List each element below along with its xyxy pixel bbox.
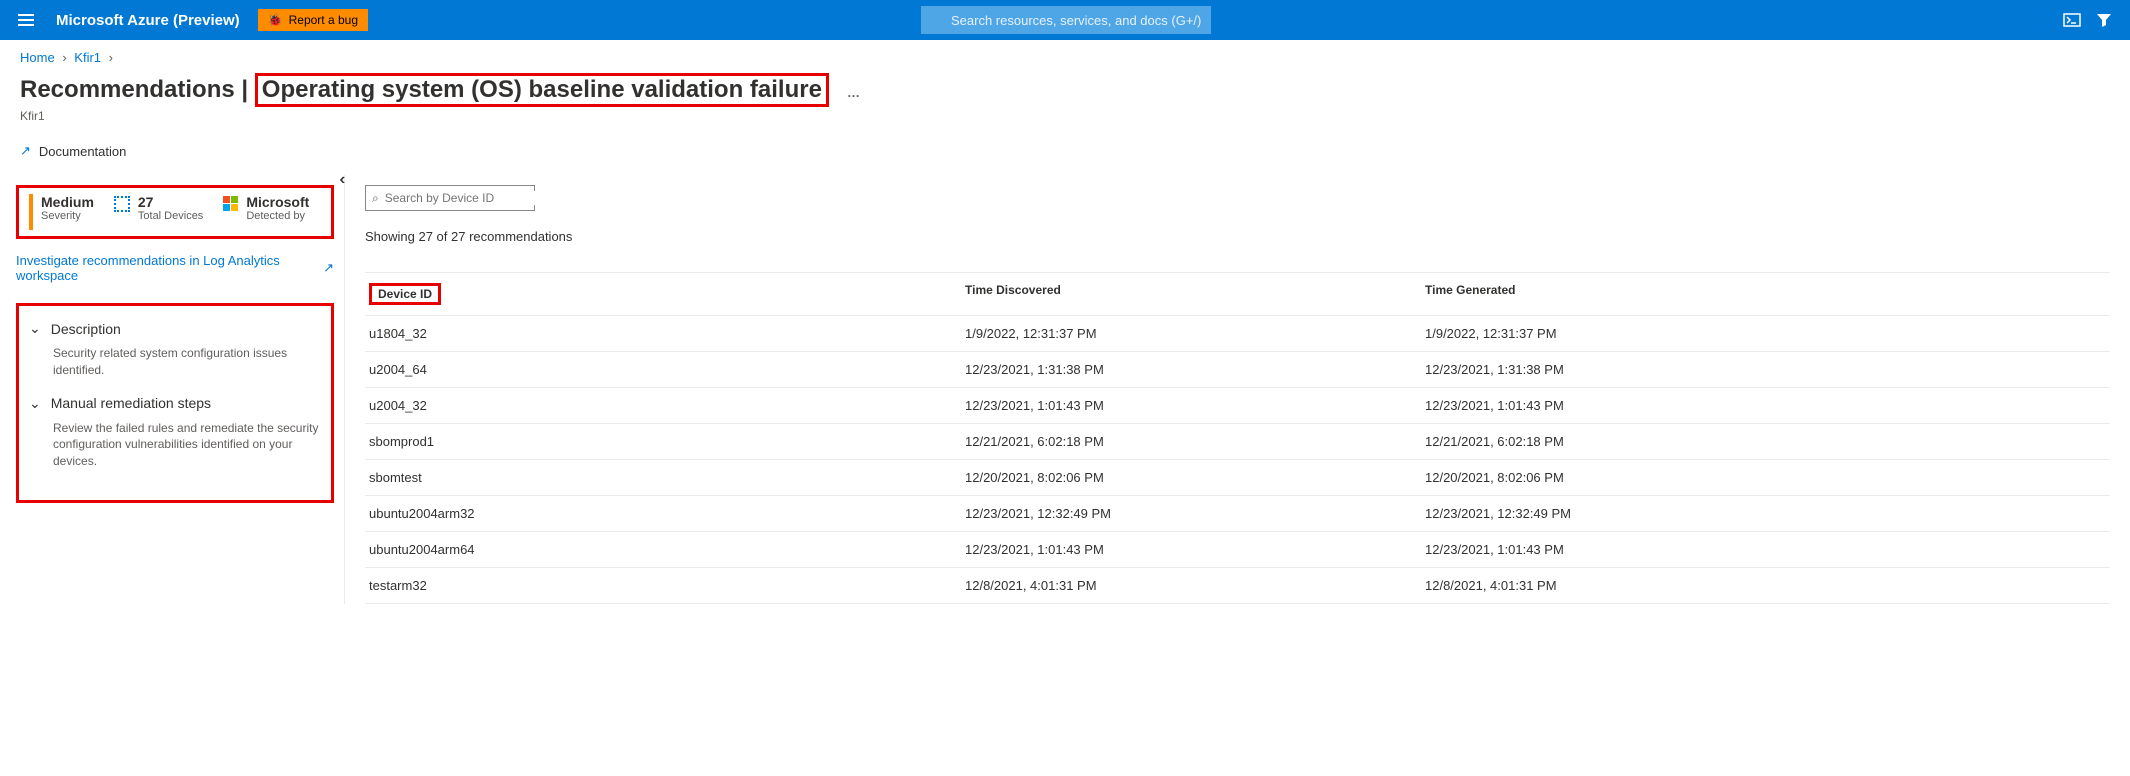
hamburger-icon [18,12,34,28]
cell-time-discovered: 12/8/2021, 4:01:31 PM [965,578,1425,593]
left-pane: ‹‹ Medium Severity 27 Total Devices [6,175,344,604]
description-box: ⌄ Description Security related system co… [16,303,334,503]
cell-device-id: u2004_64 [365,362,965,377]
detected-label: Detected by [246,210,309,222]
device-search[interactable]: ⌕ [365,185,535,211]
cell-device-id: ubuntu2004arm32 [365,506,965,521]
page-subtitle: Kfir1 [0,107,2130,133]
cell-time-generated: 12/23/2021, 1:01:43 PM [1425,542,2110,557]
cell-time-discovered: 1/9/2022, 12:31:37 PM [965,326,1425,341]
table-header: Device ID Time Discovered Time Generated [365,272,2110,316]
cell-device-id: u1804_32 [365,326,965,341]
documentation-link[interactable]: ↗ Documentation [0,133,2130,175]
filter-icon[interactable] [2094,10,2114,30]
doc-link-label: Documentation [39,144,126,159]
chevron-down-icon: ⌄ [29,395,41,412]
top-right-icons [2054,10,2122,30]
chevron-right-icon: › [109,50,113,65]
cell-time-discovered: 12/23/2021, 1:01:43 PM [965,398,1425,413]
remediation-body: Review the failed rules and remediate th… [53,420,321,470]
hamburger-menu-button[interactable] [8,2,44,38]
cell-time-generated: 1/9/2022, 12:31:37 PM [1425,326,2110,341]
table-row[interactable]: u2004_3212/23/2021, 1:01:43 PM12/23/2021… [365,388,2110,424]
table-row[interactable]: u2004_6412/23/2021, 1:31:38 PM12/23/2021… [365,352,2110,388]
chevron-right-icon: › [62,50,66,65]
remediation-toggle[interactable]: ⌄ Manual remediation steps [29,395,321,412]
breadcrumb-home[interactable]: Home [20,50,55,65]
breadcrumb: Home › Kfir1 › [0,40,2130,69]
investigate-link[interactable]: Investigate recommendations in Log Analy… [16,253,334,283]
investigate-link-label: Investigate recommendations in Log Analy… [16,253,319,283]
chevron-down-icon: ⌄ [29,320,41,337]
page-title-row: Recommendations | Operating system (OS) … [0,69,2130,107]
cell-device-id: ubuntu2004arm64 [365,542,965,557]
search-wrap: ⌕ [368,6,2054,34]
cell-device-id: sbomtest [365,470,965,485]
column-device-id[interactable]: Device ID [369,283,441,305]
table-row[interactable]: sbomtest12/20/2021, 8:02:06 PM12/20/2021… [365,460,2110,496]
page-title: Recommendations | Operating system (OS) … [20,73,829,107]
severity-label: Severity [41,210,94,222]
table-row[interactable]: ubuntu2004arm6412/23/2021, 1:01:43 PM12/… [365,532,2110,568]
stat-severity: Medium Severity [19,194,104,230]
title-divider: | [241,76,248,103]
cell-time-generated: 12/23/2021, 12:32:49 PM [1425,506,2110,521]
cell-device-id: sbomprod1 [365,434,965,449]
cell-time-generated: 12/20/2021, 8:02:06 PM [1425,470,2110,485]
stats-box: Medium Severity 27 Total Devices Microso… [16,185,334,239]
cell-time-discovered: 12/23/2021, 1:01:43 PM [965,542,1425,557]
title-prefix: Recommendations [20,76,235,103]
description-title: Description [51,321,121,337]
cell-device-id: u2004_32 [365,398,965,413]
right-pane: ⌕ Showing 27 of 27 recommendations Devic… [344,175,2130,604]
cell-time-discovered: 12/20/2021, 8:02:06 PM [965,470,1425,485]
column-time-discovered[interactable]: Time Discovered [965,283,1425,305]
external-link-icon: ↗ [323,260,334,276]
more-actions-button[interactable]: … [835,85,860,100]
severity-bar-icon [29,194,33,230]
bug-icon: 🐞 [268,13,283,27]
cell-time-generated: 12/8/2021, 4:01:31 PM [1425,578,2110,593]
external-link-icon: ↗ [20,143,31,159]
column-time-generated[interactable]: Time Generated [1425,283,2110,305]
search-icon: ⌕ [372,191,379,206]
description-body: Security related system configuration is… [53,345,321,379]
table-row[interactable]: ubuntu2004arm3212/23/2021, 12:32:49 PM12… [365,496,2110,532]
table-row[interactable]: sbomprod112/21/2021, 6:02:18 PM12/21/202… [365,424,2110,460]
table-row[interactable]: u1804_321/9/2022, 12:31:37 PM1/9/2022, 1… [365,316,2110,352]
cell-time-discovered: 12/21/2021, 6:02:18 PM [965,434,1425,449]
cell-time-discovered: 12/23/2021, 12:32:49 PM [965,506,1425,521]
breadcrumb-item[interactable]: Kfir1 [74,50,101,65]
cell-time-generated: 12/23/2021, 1:31:38 PM [1425,362,2110,377]
cell-time-generated: 12/21/2021, 6:02:18 PM [1425,434,2110,449]
device-search-input[interactable] [385,191,540,205]
microsoft-logo-icon [223,196,238,211]
title-main: Operating system (OS) baseline validatio… [255,73,829,107]
devices-icon [114,196,130,212]
remediation-title: Manual remediation steps [51,395,211,411]
showing-count: Showing 27 of 27 recommendations [365,229,2110,244]
brand-label: Microsoft Azure (Preview) [56,12,240,29]
table-body: u1804_321/9/2022, 12:31:37 PM1/9/2022, 1… [365,316,2110,604]
bug-label: Report a bug [289,13,358,27]
devices-label: Total Devices [138,210,203,222]
detected-value: Microsoft [246,194,309,210]
stat-devices: 27 Total Devices [104,194,213,230]
cell-device-id: testarm32 [365,578,965,593]
cell-time-generated: 12/23/2021, 1:01:43 PM [1425,398,2110,413]
devices-value: 27 [138,194,203,210]
severity-value: Medium [41,194,94,210]
top-bar: Microsoft Azure (Preview) 🐞 Report a bug… [0,0,2130,40]
description-toggle[interactable]: ⌄ Description [29,320,321,337]
table-row[interactable]: testarm3212/8/2021, 4:01:31 PM12/8/2021,… [365,568,2110,604]
global-search-input[interactable] [921,6,1211,34]
cell-time-discovered: 12/23/2021, 1:31:38 PM [965,362,1425,377]
cloud-shell-icon[interactable] [2062,10,2082,30]
report-bug-button[interactable]: 🐞 Report a bug [258,9,368,31]
content: ‹‹ Medium Severity 27 Total Devices [0,175,2130,604]
stat-detected: Microsoft Detected by [213,194,319,230]
